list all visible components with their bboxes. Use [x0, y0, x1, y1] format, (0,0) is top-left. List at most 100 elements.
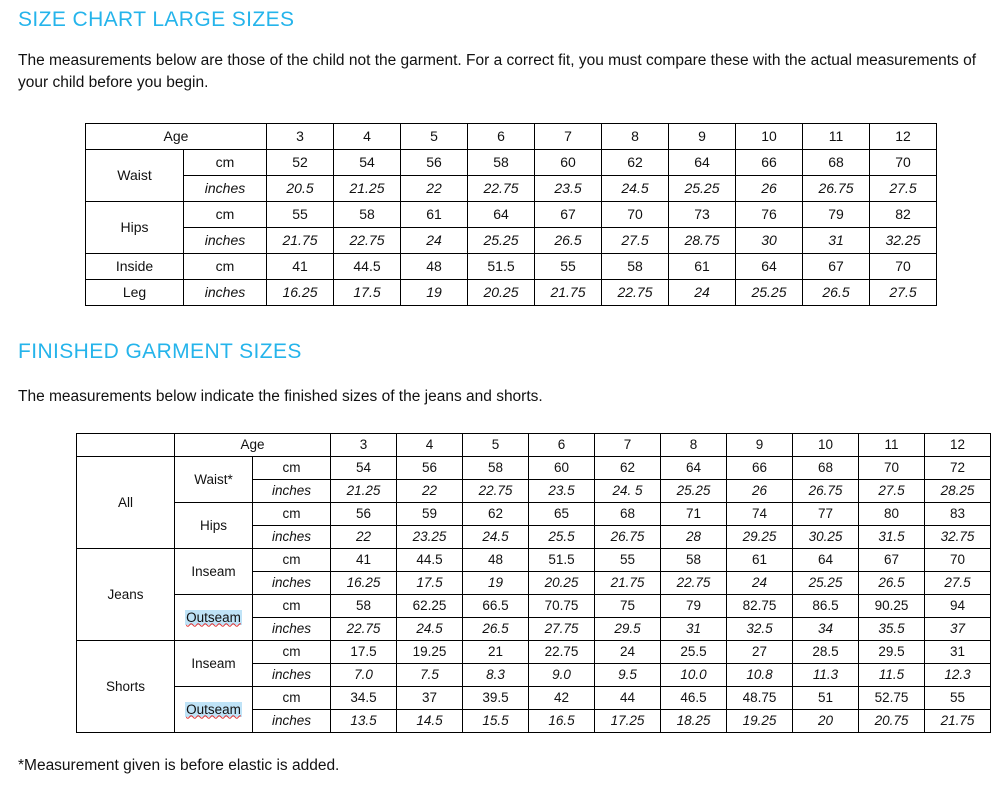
measurement-value-cm: 61 — [668, 253, 736, 280]
measurement-value-inches: 22 — [396, 479, 463, 503]
measurement-value-inches: 29.5 — [594, 617, 661, 641]
measurement-value-inches: 23.5 — [534, 175, 602, 202]
measurement-value-inches: 10.0 — [660, 663, 727, 687]
header-age-value: 11 — [802, 123, 870, 150]
measurement-value-inches: 24.5 — [601, 175, 669, 202]
measurement-value-inches: 26.5 — [462, 617, 529, 641]
measurement-value-cm: 68 — [594, 502, 661, 526]
table-row: Jeans Inseam cm 41 44.5 48 51.5 55 58 61 64 67 70 — [76, 548, 991, 641]
measurement-value-inches: 24.5 — [462, 525, 529, 549]
header-age-value: 5 — [400, 123, 468, 150]
measurement-value-cm: 37 — [396, 686, 463, 710]
header-age-value: 9 — [726, 433, 793, 457]
measurement-value-cm: 70 — [869, 253, 937, 280]
table-header-row: Age 3 4 5 6 7 8 9 10 11 12 — [76, 433, 991, 457]
measurement-value-inches: 25.25 — [467, 227, 535, 254]
measurement-value-cm: 62.25 — [396, 594, 463, 618]
measurement-value-inches: 23.5 — [528, 479, 595, 503]
measurement-value-cm: 39.5 — [462, 686, 529, 710]
measurement-value-inches: 24 — [726, 571, 793, 595]
measurement-value-cm: 58 — [330, 594, 397, 618]
measurement-value-cm: 70 — [858, 456, 925, 480]
measurement-value-inches: 34 — [792, 617, 859, 641]
header-age-value: 10 — [792, 433, 859, 457]
measurement-value-inches: 22.75 — [333, 227, 401, 254]
header-age-label: Age — [174, 433, 331, 457]
table-row: Leg inches 16.25 17.5 19 20.25 21.75 22.75 24 25.… — [85, 279, 937, 306]
table-row: Outseam cm 58 62.25 66.5 70.75 75 79 82.75 86.5 90… — [77, 594, 991, 641]
measurement-value-cm: 44.5 — [396, 548, 463, 572]
measurement-value-inches: 25.5 — [528, 525, 595, 549]
measurement-value-inches: 14.5 — [396, 709, 463, 733]
measurement-value-cm: 73 — [668, 201, 736, 228]
measurement-value-cm: 67 — [858, 548, 925, 572]
table-header-row: Age 3 4 5 6 7 8 9 10 11 12 — [85, 123, 937, 150]
measurement-value-inches: 25.25 — [668, 175, 736, 202]
unit-label-cm: cm — [252, 456, 331, 480]
measurement-value-cm: 22.75 — [528, 640, 595, 664]
header-age-value: 8 — [660, 433, 727, 457]
measurement-value-inches: 26 — [735, 175, 803, 202]
unit-label-cm: cm — [183, 149, 267, 176]
measurement-value-inches: 26.5 — [534, 227, 602, 254]
measurement-value-inches: 26.75 — [792, 479, 859, 503]
measurement-value-inches: 22.75 — [330, 617, 397, 641]
measurement-value-inches: 27.5 — [601, 227, 669, 254]
measurement-value-cm: 64 — [660, 456, 727, 480]
measurement-value-cm: 31 — [924, 640, 991, 664]
measurement-value-cm: 82 — [869, 201, 937, 228]
measurement-value-cm: 58 — [601, 253, 669, 280]
header-age-value: 8 — [601, 123, 669, 150]
measurement-value-inches: 21.25 — [333, 175, 401, 202]
measurement-value-inches: 23.25 — [396, 525, 463, 549]
measurement-value-inches: 32.5 — [726, 617, 793, 641]
table-row: All Waist* cm 54 56 58 60 62 64 66 68 70 72 — [76, 456, 991, 549]
measurement-value-inches: 26.75 — [802, 175, 870, 202]
measurement-value-inches: 31 — [660, 617, 727, 641]
measurement-label: Hips — [85, 201, 184, 254]
measurement-value-inches: 8.3 — [462, 663, 529, 687]
header-age-value: 3 — [266, 123, 334, 150]
table-row: Hips cm 56 59 62 65 68 71 74 77 80 83 — [77, 502, 991, 549]
finished-garment-table: Age 3 4 5 6 7 8 9 10 11 12 All Waist* cm 54 56 58 60 62 64 6… — [76, 433, 991, 733]
measurement-value-cm: 56 — [330, 502, 397, 526]
measurement-value-inches: 21.75 — [594, 571, 661, 595]
measurement-value-cm: 70 — [924, 548, 991, 572]
measurement-label: Leg — [85, 279, 184, 306]
measurement-value-inches: 24 — [400, 227, 468, 254]
measurement-value-inches: 19 — [462, 571, 529, 595]
measurement-value-inches: 28 — [660, 525, 727, 549]
measurement-value-inches: 24.5 — [396, 617, 463, 641]
measurement-value-cm: 60 — [528, 456, 595, 480]
measurement-value-inches: 20.25 — [528, 571, 595, 595]
measurement-value-cm: 59 — [396, 502, 463, 526]
measurement-value-cm: 56 — [396, 456, 463, 480]
measurement-value-inches: 10.8 — [726, 663, 793, 687]
table-row: Shorts Inseam cm 17.5 19.25 21 22.75 24 25.5 27 28… — [76, 640, 991, 733]
measurement-value-cm: 66 — [735, 149, 803, 176]
measurement-value-cm: 68 — [792, 456, 859, 480]
measurement-value-inches: 24. 5 — [594, 479, 661, 503]
header-age-value: 11 — [858, 433, 925, 457]
unit-label-inches: inches — [252, 663, 331, 687]
measurement-value-inches: 17.5 — [396, 571, 463, 595]
measurement-value-cm: 51.5 — [528, 548, 595, 572]
measurement-value-cm: 68 — [802, 149, 870, 176]
table-row: Waist cm 52 54 56 58 60 62 64 66 68 70 — [85, 149, 937, 202]
measurement-value-cm: 54 — [333, 149, 401, 176]
measurement-value-cm: 76 — [735, 201, 803, 228]
size-chart-intro-text: The measurements below are those of the … — [18, 52, 977, 92]
measurement-value-cm: 77 — [792, 502, 859, 526]
measurement-value-inches: 26.5 — [858, 571, 925, 595]
measurement-value-inches: 27.5 — [924, 571, 991, 595]
measurement-value-cm: 48 — [462, 548, 529, 572]
header-age-value: 7 — [534, 123, 602, 150]
measurement-label: Hips — [174, 502, 253, 549]
measurement-value-cm: 51 — [792, 686, 859, 710]
measurement-value-cm: 55 — [594, 548, 661, 572]
measurement-value-inches: 19.25 — [726, 709, 793, 733]
header-age-value: 6 — [467, 123, 535, 150]
unit-label-cm: cm — [252, 686, 331, 710]
measurement-value-cm: 28.5 — [792, 640, 859, 664]
header-age-value: 10 — [735, 123, 803, 150]
